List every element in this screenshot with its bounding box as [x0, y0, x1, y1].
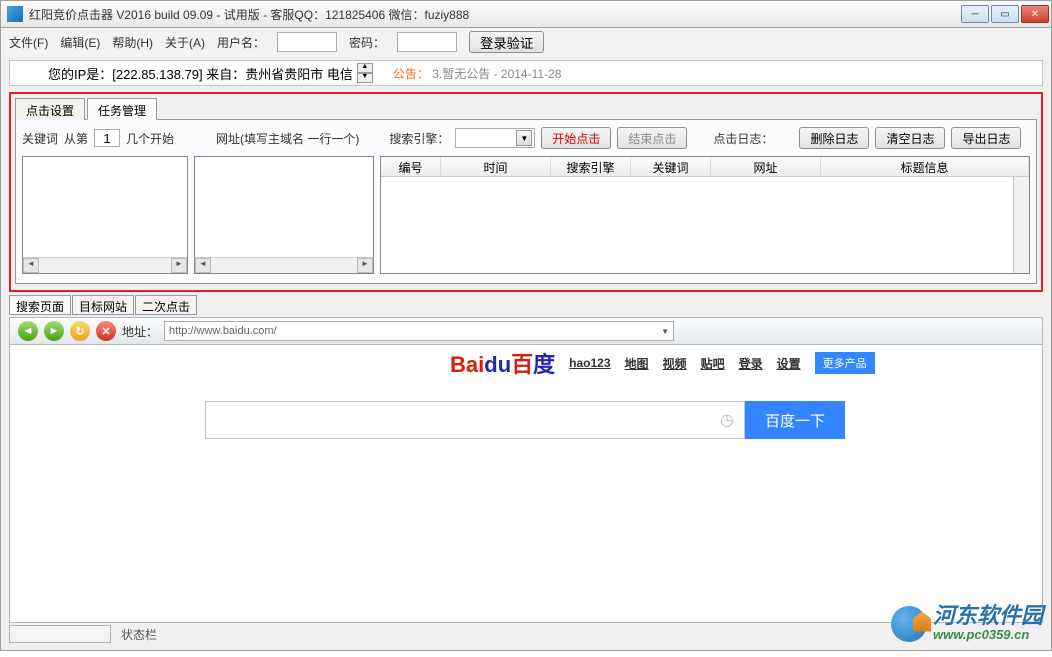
window-title: 红阳竞价点击器 V2016 build 09.09 - 试用版 - 客服QQ：1…: [29, 6, 959, 23]
from-label: 从第: [64, 130, 88, 147]
delete-log-button[interactable]: 删除日志: [799, 127, 869, 149]
tab-target-site[interactable]: 目标网站: [72, 295, 134, 315]
baidu-search-input[interactable]: ◷: [205, 401, 745, 439]
menu-file[interactable]: 文件(F): [9, 34, 48, 51]
baidu-search: ◷ 百度一下: [205, 401, 845, 439]
link-more[interactable]: 更多产品: [815, 352, 875, 374]
username-input[interactable]: [277, 32, 337, 52]
highlighted-region: 点击设置 任务管理 关键词 从第 几个开始 网址(填写主域名 一行一个) 搜索引…: [9, 92, 1043, 292]
url-listbox[interactable]: ◄►: [194, 156, 374, 274]
tab-task-management[interactable]: 任务管理: [87, 98, 157, 120]
minimize-button[interactable]: ─: [961, 5, 989, 23]
url-label: 网址(填写主域名 一行一个): [216, 130, 359, 147]
statusbar: 状态栏: [9, 624, 1043, 644]
window-controls: ─ ▭ ✕: [959, 5, 1049, 23]
menu-help[interactable]: 帮助(H): [112, 34, 153, 51]
export-log-button[interactable]: 导出日志: [951, 127, 1021, 149]
grid-body: [381, 177, 1029, 273]
link-login[interactable]: 登录: [739, 355, 763, 372]
hscroll[interactable]: ◄►: [23, 257, 187, 273]
nav-back-button[interactable]: ◄: [18, 321, 38, 341]
ip-spinner[interactable]: ▲ ▼: [357, 63, 373, 83]
tab-second-click[interactable]: 二次点击: [135, 295, 197, 315]
address-value: http://www.baidu.com/: [169, 325, 277, 337]
maximize-button[interactable]: ▭: [991, 5, 1019, 23]
keyword-listbox[interactable]: ◄►: [22, 156, 188, 274]
status-segment: [9, 625, 111, 643]
vscroll[interactable]: [1013, 177, 1029, 273]
col-time[interactable]: 时间: [441, 157, 551, 176]
tab-click-settings[interactable]: 点击设置: [15, 98, 85, 120]
search-engine-label: 搜索引擎：: [389, 130, 449, 147]
menubar: 文件(F) 编辑(E) 帮助(H) 关于(A) 用户名： 密码： 登录验证: [0, 28, 1052, 56]
status-label: 状态栏: [113, 626, 165, 643]
hscroll[interactable]: ◄►: [195, 257, 373, 273]
search-engine-combo[interactable]: ▼: [455, 128, 535, 148]
chevron-down-icon[interactable]: ▼: [516, 130, 532, 146]
tab-search-page[interactable]: 搜索页面: [9, 295, 71, 315]
spin-up-icon[interactable]: ▲: [357, 63, 373, 73]
col-title[interactable]: 标题信息: [821, 157, 1029, 176]
clear-log-button[interactable]: 清空日志: [875, 127, 945, 149]
col-keyword[interactable]: 关键词: [631, 157, 711, 176]
browser-view: Baidu百度 hao123 地图 视频 贴吧 登录 设置 更多产品 ◷ 百度一…: [9, 345, 1043, 623]
top-tabs: 点击设置 任务管理: [15, 98, 1037, 120]
address-label: 地址：: [122, 323, 158, 340]
nav-forward-button[interactable]: ►: [44, 321, 64, 341]
ip-bar: 您的IP是：[222.85.138.79] 来自：贵州省贵阳市 电信 ▲ ▼ 公…: [9, 60, 1043, 86]
from-input[interactable]: [94, 129, 120, 147]
titlebar: 红阳竞价点击器 V2016 build 09.09 - 试用版 - 客服QQ：1…: [0, 0, 1052, 28]
address-input[interactable]: http://www.baidu.com/ ▼: [164, 321, 674, 341]
tab-body: 关键词 从第 几个开始 网址(填写主域名 一行一个) 搜索引擎： ▼ 开始点击 …: [15, 119, 1037, 284]
baidu-search-button[interactable]: 百度一下: [745, 401, 845, 439]
log-grid[interactable]: 编号 时间 搜索引擎 关键词 网址 标题信息: [380, 156, 1030, 274]
main-area: 您的IP是：[222.85.138.79] 来自：贵州省贵阳市 电信 ▲ ▼ 公…: [0, 56, 1052, 651]
notice-text: 3.暂无公告 - 2014-11-28: [432, 67, 561, 81]
col-engine[interactable]: 搜索引擎: [551, 157, 631, 176]
grid-header: 编号 时间 搜索引擎 关键词 网址 标题信息: [381, 157, 1029, 177]
click-log-label: 点击日志：: [713, 130, 773, 147]
login-button[interactable]: 登录验证: [469, 31, 544, 53]
nav-stop-button[interactable]: ✕: [96, 321, 116, 341]
three-columns: ◄► ◄► 编号 时间 搜索引擎 关键词 网址 标题信息: [22, 156, 1030, 274]
nav-refresh-button[interactable]: ↻: [70, 321, 90, 341]
start-count-label: 几个开始: [126, 130, 174, 147]
username-label: 用户名：: [217, 34, 265, 51]
ip-text: 您的IP是：[222.85.138.79] 来自：贵州省贵阳市 电信: [18, 64, 353, 83]
browser-toolbar: ◄ ► ↻ ✕ 地址： http://www.baidu.com/ ▼: [9, 317, 1043, 345]
chevron-down-icon[interactable]: ▼: [661, 327, 669, 336]
baidu-logo: Baidu百度: [450, 347, 555, 379]
close-button[interactable]: ✕: [1021, 5, 1049, 23]
menu-about[interactable]: 关于(A): [165, 34, 205, 51]
spin-down-icon[interactable]: ▼: [357, 73, 373, 83]
keyword-label: 关键词: [22, 130, 58, 147]
link-hao123[interactable]: hao123: [569, 356, 610, 370]
password-label: 密码：: [349, 34, 385, 51]
password-input[interactable]: [397, 32, 457, 52]
bottom-tabs: 搜索页面 目标网站 二次点击: [9, 295, 1043, 315]
app-icon: [7, 6, 23, 22]
notice-label: 公告：: [393, 67, 429, 81]
controls-row: 关键词 从第 几个开始 网址(填写主域名 一行一个) 搜索引擎： ▼ 开始点击 …: [22, 126, 1030, 150]
baidu-topbar: Baidu百度 hao123 地图 视频 贴吧 登录 设置 更多产品: [450, 347, 1030, 379]
stop-click-button[interactable]: 结束点击: [617, 127, 687, 149]
link-tieba[interactable]: 贴吧: [701, 355, 725, 372]
link-map[interactable]: 地图: [625, 355, 649, 372]
col-id[interactable]: 编号: [381, 157, 441, 176]
start-click-button[interactable]: 开始点击: [541, 127, 611, 149]
menu-edit[interactable]: 编辑(E): [60, 34, 100, 51]
link-video[interactable]: 视频: [663, 355, 687, 372]
col-url[interactable]: 网址: [711, 157, 821, 176]
link-settings[interactable]: 设置: [777, 355, 801, 372]
camera-icon[interactable]: ◷: [720, 410, 734, 430]
notice: 公告： 3.暂无公告 - 2014-11-28: [393, 65, 562, 82]
